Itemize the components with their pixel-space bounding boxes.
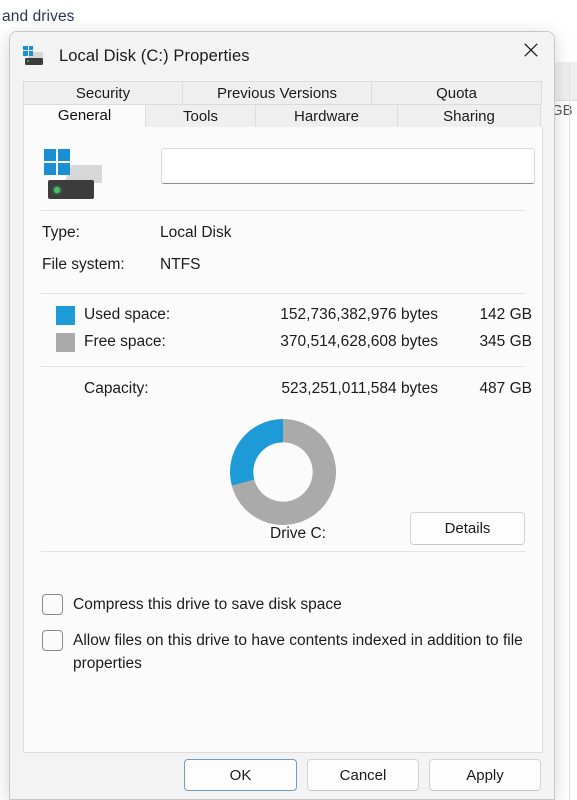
type-value: Local Disk	[160, 224, 232, 241]
dialog-footer: OK Cancel Apply	[10, 752, 554, 799]
tab-tools[interactable]: Tools	[145, 104, 256, 127]
filesystem-value: NTFS	[160, 256, 201, 273]
cancel-button[interactable]: Cancel	[307, 759, 419, 791]
tab-row-bottom: General Tools Hardware Sharing	[23, 104, 541, 127]
type-label: Type:	[42, 224, 80, 241]
donut-slice-used-space	[229, 419, 283, 486]
tab-quota[interactable]: Quota	[371, 81, 542, 104]
disk-usage-donut-chart	[229, 419, 336, 525]
capacity-row: Capacity: 523,251,011,584 bytes 487 GB	[24, 378, 542, 406]
capacity-label: Capacity:	[84, 380, 149, 397]
used-space-gb: 142 GB	[479, 306, 532, 323]
index-contents-checkbox-row[interactable]: Allow files on this drive to have conten…	[24, 629, 542, 675]
volume-label-input[interactable]	[161, 148, 535, 184]
general-tab-panel: Type: Local Disk File system: NTFS Used …	[23, 127, 543, 753]
ok-button[interactable]: OK	[184, 759, 297, 791]
tab-sharing[interactable]: Sharing	[397, 104, 541, 127]
tab-security[interactable]: Security	[23, 81, 183, 104]
close-icon[interactable]	[508, 32, 554, 68]
drive-header	[24, 127, 542, 210]
index-contents-checkbox[interactable]	[42, 630, 63, 651]
drive-icon	[42, 149, 102, 199]
compress-drive-checkbox[interactable]	[42, 594, 63, 615]
capacity-bytes: 523,251,011,584 bytes	[281, 380, 438, 397]
drive-icon	[22, 45, 46, 69]
free-space-bytes: 370,514,628,608 bytes	[280, 333, 438, 350]
tab-hardware[interactable]: Hardware	[255, 104, 398, 127]
free-space-swatch	[56, 333, 75, 352]
free-space-label: Free space:	[84, 333, 166, 350]
tab-strip: Security Previous Versions Quota General…	[10, 81, 554, 127]
dialog-titlebar[interactable]: Local Disk (C:) Properties	[10, 32, 554, 81]
space-legend-block: Used space: 152,736,382,976 bytes 142 GB…	[24, 294, 542, 366]
drive-info-block: Type: Local Disk File system: NTFS	[24, 211, 542, 293]
free-space-row: Free space: 370,514,628,608 bytes 345 GB	[24, 330, 542, 357]
compress-drive-checkbox-row[interactable]: Compress this drive to save disk space	[24, 593, 542, 616]
type-row: Type: Local Disk	[24, 219, 542, 251]
details-button[interactable]: Details	[410, 512, 525, 545]
properties-dialog: Local Disk (C:) Properties Security Prev…	[9, 31, 555, 800]
free-space-gb: 345 GB	[479, 333, 532, 350]
tab-previous-versions[interactable]: Previous Versions	[182, 81, 372, 104]
used-space-bytes: 152,736,382,976 bytes	[280, 306, 438, 323]
dialog-title: Local Disk (C:) Properties	[59, 47, 250, 65]
index-contents-label: Allow files on this drive to have conten…	[73, 632, 523, 672]
apply-button[interactable]: Apply	[429, 759, 541, 791]
filesystem-label: File system:	[42, 256, 125, 273]
tab-row-top: Security Previous Versions Quota	[23, 81, 542, 104]
tab-general[interactable]: General	[23, 104, 146, 127]
used-space-row: Used space: 152,736,382,976 bytes 142 GB	[24, 303, 542, 330]
breadcrumb: and drives	[2, 8, 75, 25]
filesystem-row: File system: NTFS	[24, 251, 542, 283]
capacity-gb: 487 GB	[479, 380, 532, 397]
used-space-label: Used space:	[84, 306, 171, 323]
disk-usage-chart-area: Drive C: Details	[24, 406, 542, 551]
drive-caption: Drive C:	[270, 525, 326, 542]
compress-drive-label: Compress this drive to save disk space	[73, 596, 342, 613]
capacity-block: Capacity: 523,251,011,584 bytes 487 GB	[24, 367, 542, 406]
options-block: Compress this drive to save disk space A…	[24, 552, 542, 675]
background-divider	[569, 62, 570, 800]
used-space-swatch	[56, 306, 75, 325]
